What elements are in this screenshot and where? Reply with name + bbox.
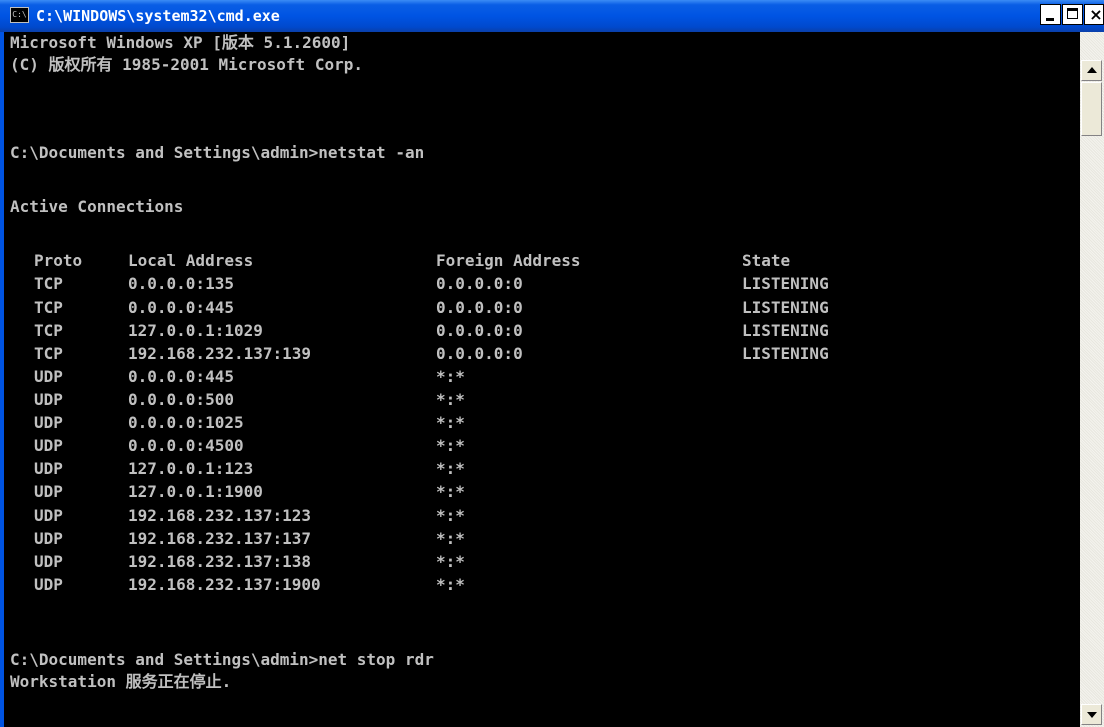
cell-foreign-address: 0.0.0.0:0 [436,344,523,363]
cell-foreign-address: *:* [436,459,465,478]
cell-local-address: 0.0.0.0:135 [128,274,234,293]
cell-local-address: 192.168.232.137:137 [128,529,312,548]
cell-foreign-address: *:* [436,413,465,432]
cmd-window: C:\ C:\WINDOWS\system32\cmd.exe × Micros… [0,0,1104,727]
column-header-foreign-address: Foreign Address [436,251,581,270]
cell-local-address: 192.168.232.137:1900 [128,575,321,594]
cell-proto: UDP [34,575,63,594]
cell-local-address: 127.0.0.1:1029 [128,321,263,340]
maximize-icon [1067,8,1078,19]
cell-state: LISTENING [742,344,829,363]
arrow-up-icon [1087,67,1097,73]
cell-foreign-address: 0.0.0.0:0 [436,298,523,317]
cell-foreign-address: *:* [436,436,465,455]
command-line-net-stop: C:\Documents and Settings\admin>net stop… [10,650,434,669]
scroll-down-button[interactable] [1081,704,1102,725]
cell-local-address: 0.0.0.0:4500 [128,436,244,455]
column-header-local-address: Local Address [128,251,254,270]
cell-foreign-address: *:* [436,575,465,594]
cell-proto: TCP [34,321,63,340]
active-connections-heading: Active Connections [10,197,184,216]
cell-proto: UDP [34,367,63,386]
window-title: C:\WINDOWS\system32\cmd.exe [36,7,280,25]
cell-proto: UDP [34,459,63,478]
column-header-proto: Proto [34,251,83,270]
header-line-1: Microsoft Windows XP [版本 5.1.2600] [10,33,351,52]
maximize-button[interactable] [1062,4,1083,25]
cell-foreign-address: 0.0.0.0:0 [436,321,523,340]
cell-foreign-address: 0.0.0.0:0 [436,274,523,293]
cell-foreign-address: *:* [436,552,465,571]
cell-foreign-address: *:* [436,506,465,525]
cell-proto: UDP [34,506,63,525]
cell-state: LISTENING [742,321,829,340]
command-output-line: Workstation 服务正在停止. [10,672,232,691]
cell-proto: UDP [34,436,63,455]
cell-local-address: 192.168.232.137:139 [128,344,312,363]
close-icon: × [1089,5,1103,24]
cell-proto: TCP [34,274,63,293]
cmd-app-icon[interactable]: C:\ [10,7,29,23]
cell-proto: TCP [34,298,63,317]
cell-local-address: 127.0.0.1:123 [128,459,254,478]
scrollbar-thumb[interactable] [1081,82,1102,136]
cell-proto: UDP [34,529,63,548]
close-button[interactable]: × [1084,4,1104,25]
cell-local-address: 0.0.0.0:445 [128,298,234,317]
command-line-netstat: C:\Documents and Settings\admin>netstat … [10,143,425,162]
title-bar[interactable]: C:\ C:\WINDOWS\system32\cmd.exe × [0,0,1104,32]
minimize-button[interactable] [1040,4,1061,25]
cell-state: LISTENING [742,298,829,317]
arrow-down-icon [1087,712,1097,718]
header-line-2: (C) 版权所有 1985-2001 Microsoft Corp. [10,55,363,74]
console-output[interactable]: Microsoft Windows XP [版本 5.1.2600] (C) 版… [4,32,1080,727]
cell-foreign-address: *:* [436,367,465,386]
cell-proto: TCP [34,344,63,363]
cell-local-address: 0.0.0.0:445 [128,367,234,386]
scroll-up-button[interactable] [1081,60,1102,81]
cell-local-address: 192.168.232.137:123 [128,506,312,525]
minimize-icon [1046,18,1054,21]
cell-foreign-address: *:* [436,529,465,548]
cell-proto: UDP [34,390,63,409]
cell-state: LISTENING [742,274,829,293]
cell-proto: UDP [34,413,63,432]
cell-foreign-address: *:* [436,390,465,409]
cell-local-address: 192.168.232.137:138 [128,552,312,571]
cell-local-address: 0.0.0.0:500 [128,390,234,409]
cell-proto: UDP [34,552,63,571]
column-header-state: State [742,251,791,270]
vertical-scrollbar[interactable] [1080,32,1104,727]
cell-local-address: 127.0.0.1:1900 [128,482,263,501]
cell-local-address: 0.0.0.0:1025 [128,413,244,432]
cell-foreign-address: *:* [436,482,465,501]
cell-proto: UDP [34,482,63,501]
